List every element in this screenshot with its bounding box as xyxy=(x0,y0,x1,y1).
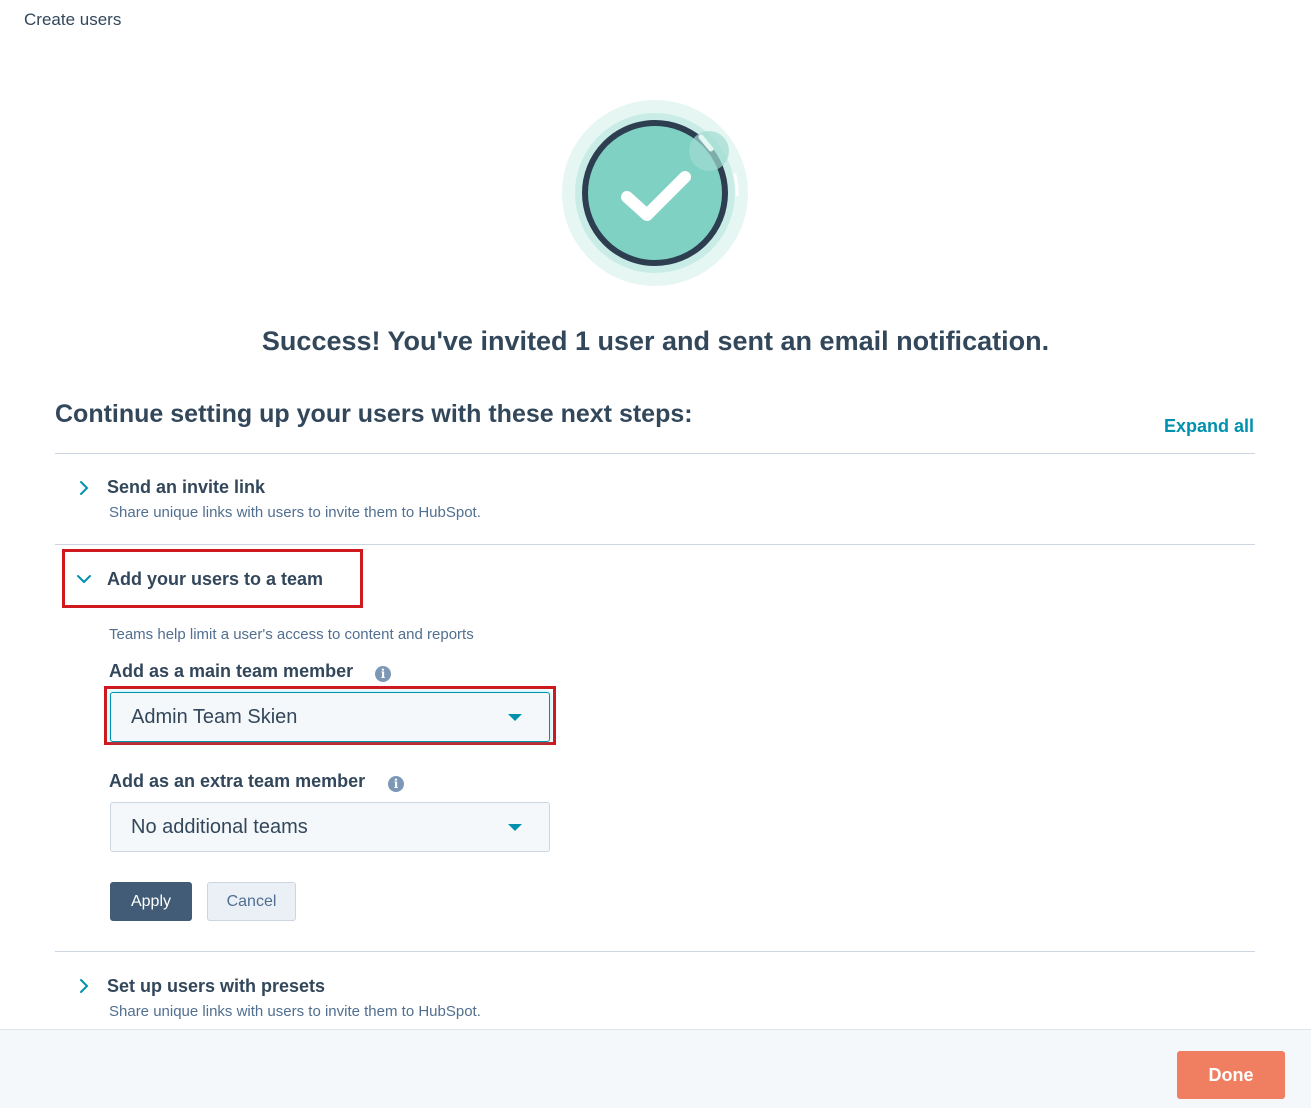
checkmark-circle-icon xyxy=(562,100,748,286)
step-description: Share unique links with users to invite … xyxy=(109,504,481,521)
chevron-down-icon[interactable] xyxy=(76,571,92,587)
next-steps-heading: Continue setting up your users with thes… xyxy=(55,400,693,428)
chevron-right-icon[interactable] xyxy=(76,480,92,496)
extra-team-label: Add as an extra team member xyxy=(109,771,366,791)
step-description: Teams help limit a user's access to cont… xyxy=(109,626,474,643)
divider xyxy=(55,544,1255,545)
step-send-invite-link[interactable]: Send an invite link xyxy=(107,477,265,498)
divider xyxy=(55,453,1255,454)
extra-team-dropdown[interactable]: No additional teams xyxy=(110,802,550,852)
cancel-button[interactable]: Cancel xyxy=(207,882,296,921)
info-icon[interactable]: i xyxy=(375,666,391,682)
chevron-right-icon[interactable] xyxy=(76,978,92,994)
caret-down-icon xyxy=(508,824,522,831)
done-button[interactable]: Done xyxy=(1177,1051,1285,1099)
info-icon[interactable]: i xyxy=(388,776,404,792)
page-title: Create users xyxy=(24,10,122,29)
main-team-dropdown[interactable]: Admin Team Skien xyxy=(110,692,550,742)
step-add-users-to-team[interactable]: Add your users to a team xyxy=(107,569,323,590)
step-set-up-presets[interactable]: Set up users with presets xyxy=(107,976,325,997)
footer: Done xyxy=(0,1029,1311,1108)
step-description: Share unique links with users to invite … xyxy=(109,1003,481,1020)
apply-button[interactable]: Apply xyxy=(110,882,192,921)
extra-team-value: No additional teams xyxy=(131,816,308,838)
main-team-label: Add as a main team member xyxy=(109,661,354,681)
caret-down-icon xyxy=(508,714,522,721)
success-message: Success! You've invited 1 user and sent … xyxy=(261,326,1050,356)
main-team-value: Admin Team Skien xyxy=(131,706,298,728)
expand-all-link[interactable]: Expand all xyxy=(1164,416,1254,437)
divider xyxy=(55,951,1255,952)
